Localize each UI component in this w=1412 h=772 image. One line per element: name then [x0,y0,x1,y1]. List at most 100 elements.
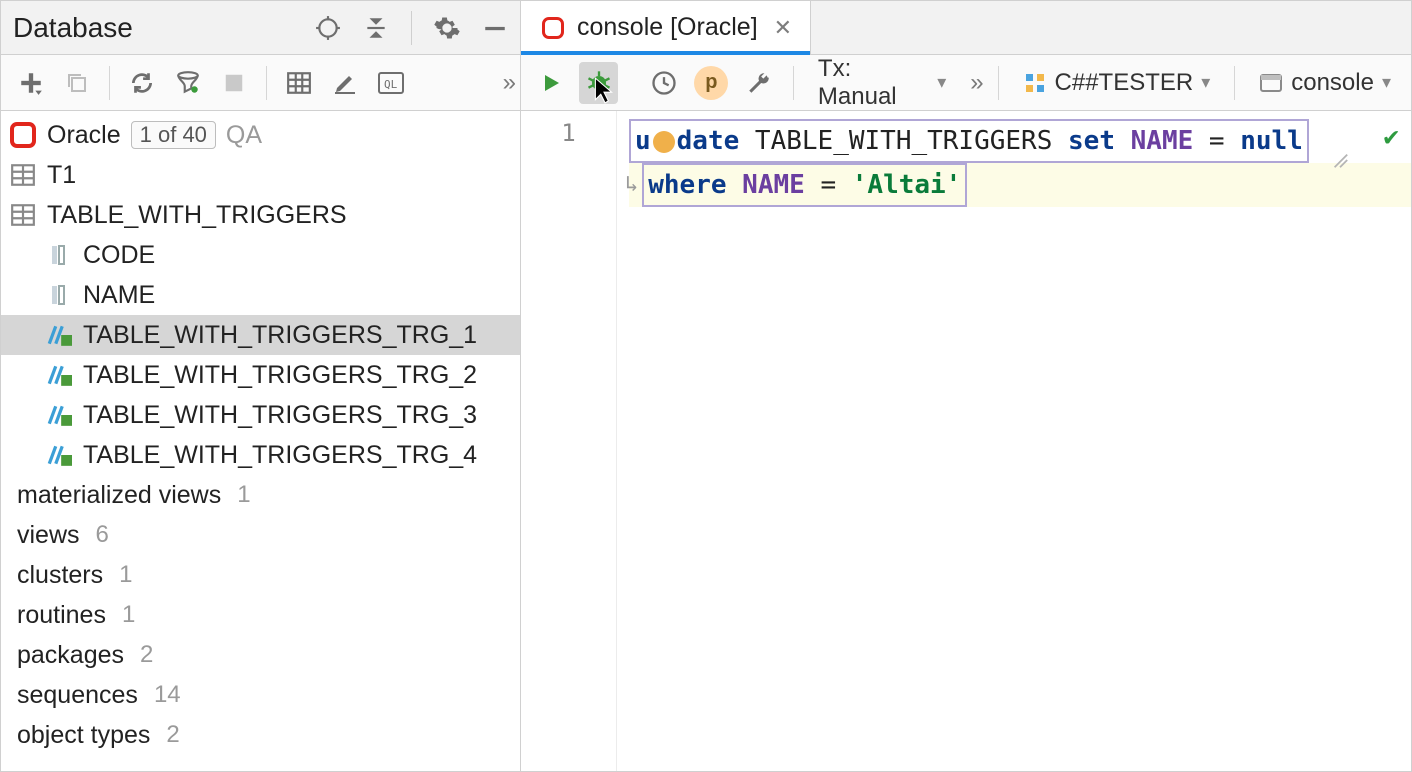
code-editor[interactable]: udate TABLE_WITH_TRIGGERS set NAME = nul… [617,111,1411,771]
console-icon [1259,71,1283,95]
trigger-label: TABLE_WITH_TRIGGERS_TRG_4 [83,441,477,470]
trigger-2[interactable]: TABLE_WITH_TRIGGERS_TRG_2 [1,355,520,395]
table-twt[interactable]: TABLE_WITH_TRIGGERS [1,195,520,235]
folder-label: sequences [17,681,138,710]
history-button[interactable] [644,62,684,104]
intention-bulb-icon[interactable] [653,131,675,153]
target-icon[interactable] [311,11,345,45]
table-t1[interactable]: T1 [1,155,520,195]
column-label: NAME [83,281,155,310]
column-code[interactable]: CODE [1,235,520,275]
trigger-1[interactable]: TABLE_WITH_TRIGGERS_TRG_1 [1,315,520,355]
datasource-label: Oracle [47,121,121,150]
chevron-down-icon: ▾ [1201,72,1210,93]
editor-panel: console [Oracle] ✕ p [521,1,1411,771]
column-name[interactable]: NAME [1,275,520,315]
run-button[interactable] [531,62,571,104]
svg-text:QL: QL [384,78,398,91]
separator [109,66,110,100]
trigger-label: TABLE_WITH_TRIGGERS_TRG_3 [83,401,477,430]
editor-tabs: console [Oracle] ✕ [521,1,1411,55]
schema-dropdown[interactable]: C##TESTER ▾ [1013,65,1221,101]
folder-count: 1 [122,601,135,629]
database-panel: Database [1,1,521,771]
folder-objtypes[interactable]: object types 2 [1,715,520,755]
trigger-icon [45,321,73,349]
column-icon [45,281,73,309]
datasource-oracle[interactable]: Oracle 1 of 40 QA [1,115,520,155]
trigger-3[interactable]: TABLE_WITH_TRIGGERS_TRG_3 [1,395,520,435]
separator [998,66,999,100]
folder-count: 1 [237,481,250,509]
table-label: TABLE_WITH_TRIGGERS [47,201,347,230]
trigger-4[interactable]: TABLE_WITH_TRIGGERS_TRG_4 [1,435,520,475]
minimize-icon[interactable] [478,11,512,45]
datasource-tag: QA [226,121,262,150]
stop-button[interactable] [214,63,254,103]
folder-clusters[interactable]: clusters 1 [1,555,520,595]
session-label: console [1291,69,1374,97]
folder-count: 6 [96,521,109,549]
separator [266,66,267,100]
folder-count: 2 [140,641,153,669]
table-label: T1 [47,161,76,190]
database-header: Database [1,1,520,55]
resize-handle-icon[interactable] [1331,141,1349,181]
folder-views[interactable]: views 6 [1,515,520,555]
oracle-icon [9,121,37,149]
session-dropdown[interactable]: console ▾ [1249,65,1401,101]
close-icon[interactable]: ✕ [774,15,792,41]
folder-label: clusters [17,561,103,590]
folder-label: packages [17,641,124,670]
wrap-arrow-icon: ↳ [625,165,638,205]
tx-mode-dropdown[interactable]: Tx: Manual ▾ [808,51,956,115]
folder-count: 2 [166,721,179,749]
schema-icon [1023,71,1047,95]
more-icon[interactable]: » [970,69,977,97]
editor-area[interactable]: 1 udate TABLE_WITH_TRIGGERS set NAME = n… [521,111,1411,771]
separator [411,11,412,45]
separator [1234,66,1235,100]
wrench-button[interactable] [739,62,779,104]
database-toolbar: QL » [1,55,520,111]
debug-button[interactable] [579,62,619,104]
settings-icon[interactable] [430,11,464,45]
folder-packages[interactable]: packages 2 [1,635,520,675]
profile-button[interactable]: p [692,62,732,104]
datasource-badge: 1 of 40 [131,121,216,149]
folder-label: routines [17,601,106,630]
trigger-label: TABLE_WITH_TRIGGERS_TRG_2 [83,361,477,390]
sql-console-button[interactable]: QL [371,63,411,103]
table-view-button[interactable] [279,63,319,103]
folder-label: views [17,521,80,550]
separator [793,66,794,100]
tab-console[interactable]: console [Oracle] ✕ [521,1,811,54]
trigger-icon [45,401,73,429]
filter-button[interactable] [168,63,208,103]
line-number: 1 [521,119,616,147]
refresh-button[interactable] [122,63,162,103]
folder-sequences[interactable]: sequences 14 [1,675,520,715]
schema-label: C##TESTER [1055,69,1194,97]
folder-count: 14 [154,681,181,709]
collapse-icon[interactable] [359,11,393,45]
editor-toolbar: p Tx: Manual ▾ » C##TESTER ▾ console ▾ [521,55,1411,111]
chevron-down-icon: ▾ [937,72,946,93]
tx-label: Tx: Manual [818,55,929,111]
profile-letter: p [694,66,728,100]
database-tree[interactable]: Oracle 1 of 40 QA T1 TABLE_WITH_TRIGGERS [1,111,520,771]
status-ok-icon: ✔ [1383,117,1399,157]
trigger-icon [45,361,73,389]
folder-routines[interactable]: routines 1 [1,595,520,635]
trigger-icon [45,441,73,469]
folder-matviews[interactable]: materialized views 1 [1,475,520,515]
code-line-1: udate TABLE_WITH_TRIGGERS set NAME = nul… [629,119,1411,163]
add-button[interactable] [11,63,51,103]
oracle-icon [539,14,567,42]
duplicate-button[interactable] [57,63,97,103]
folder-label: object types [17,721,150,750]
column-icon [45,241,73,269]
more-icon[interactable]: » [503,69,510,97]
gutter: 1 [521,111,617,771]
edit-button[interactable] [325,63,365,103]
